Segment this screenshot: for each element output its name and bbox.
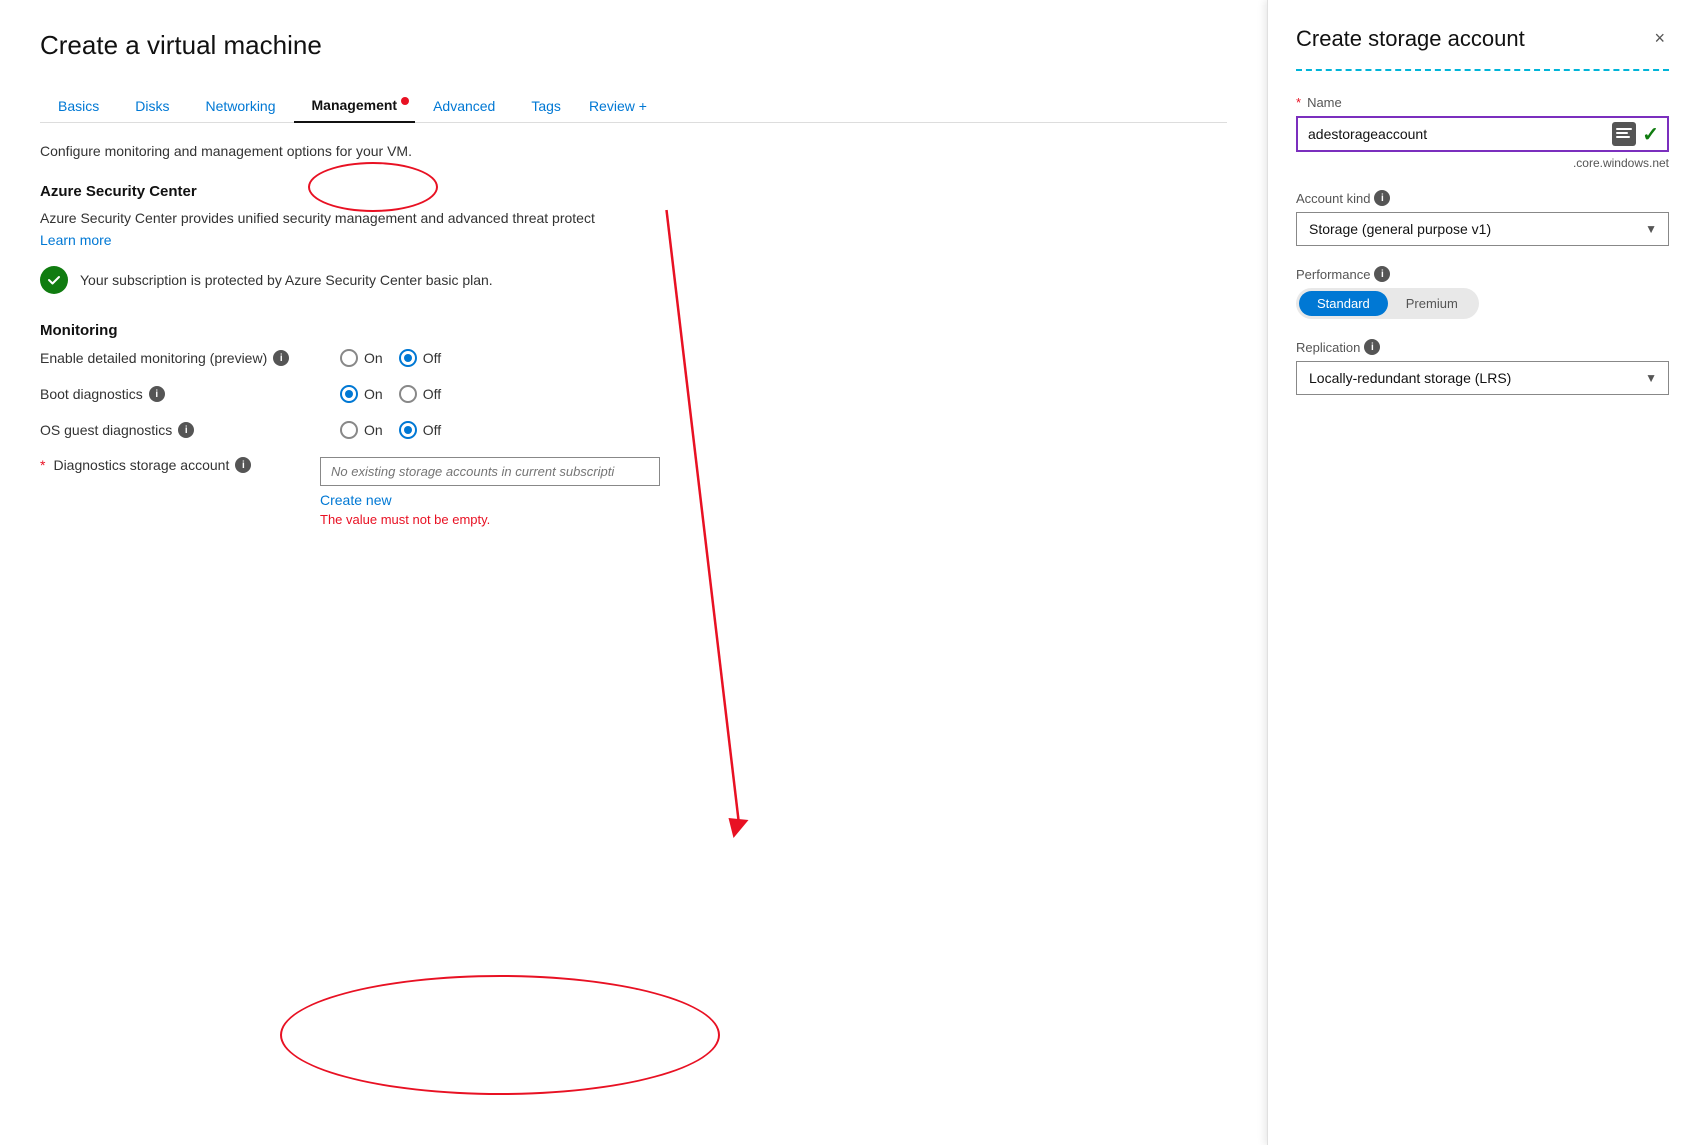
monitoring-heading: Monitoring	[40, 322, 1227, 339]
tab-networking[interactable]: Networking	[187, 90, 293, 122]
os-guest-diagnostics-radio-group: On Off	[340, 421, 441, 439]
account-kind-label: Account kind i	[1296, 190, 1669, 206]
panel-title: Create storage account	[1296, 26, 1525, 52]
learn-more-link[interactable]: Learn more	[40, 232, 112, 248]
name-valid-check-icon: ✓	[1642, 122, 1659, 147]
diagnostics-storage-error: The value must not be empty.	[320, 512, 660, 527]
subscription-text: Your subscription is protected by Azure …	[80, 272, 493, 288]
detailed-monitoring-label: Enable detailed monitoring (preview) i	[40, 350, 320, 366]
tab-tags[interactable]: Tags	[513, 90, 579, 122]
performance-standard-option[interactable]: Standard	[1299, 291, 1388, 316]
storage-name-input[interactable]	[1298, 118, 1604, 150]
detailed-monitoring-off-option[interactable]: Off	[399, 349, 441, 367]
detailed-monitoring-row: Enable detailed monitoring (preview) i O…	[40, 349, 1227, 367]
diagnostics-annotation-circle	[280, 975, 720, 1095]
os-guest-diagnostics-on-option[interactable]: On	[340, 421, 383, 439]
account-kind-select-wrapper: Storage (general purpose v1) ▼	[1296, 212, 1669, 246]
boot-diagnostics-on-radio[interactable]	[340, 385, 358, 403]
domain-hint: .core.windows.net	[1296, 156, 1669, 170]
performance-info-icon[interactable]: i	[1374, 266, 1390, 282]
os-guest-diagnostics-label: OS guest diagnostics i	[40, 422, 320, 438]
boot-diagnostics-off-option[interactable]: Off	[399, 385, 441, 403]
boot-diagnostics-row: Boot diagnostics i On Off	[40, 385, 1227, 403]
performance-premium-option[interactable]: Premium	[1388, 291, 1476, 316]
panel-header: Create storage account ×	[1296, 24, 1669, 53]
os-guest-diagnostics-off-option[interactable]: Off	[399, 421, 441, 439]
name-field-label: * Name	[1296, 95, 1669, 110]
name-input-row: ✓	[1296, 116, 1669, 152]
detailed-monitoring-on-option[interactable]: On	[340, 349, 383, 367]
tab-advanced[interactable]: Advanced	[415, 90, 513, 122]
page-title: Create a virtual machine	[40, 30, 1227, 61]
replication-label: Replication i	[1296, 339, 1669, 355]
close-panel-button[interactable]: ×	[1650, 24, 1669, 53]
annotation-arrow	[0, 0, 1267, 1145]
boot-diagnostics-label: Boot diagnostics i	[40, 386, 320, 402]
account-kind-field: Account kind i Storage (general purpose …	[1296, 190, 1669, 246]
os-guest-diagnostics-row: OS guest diagnostics i On Off	[40, 421, 1227, 439]
diagnostics-storage-label: * Diagnostics storage account i	[40, 457, 320, 473]
os-guest-diagnostics-on-radio[interactable]	[340, 421, 358, 439]
tab-review[interactable]: Review +	[579, 90, 657, 122]
name-input-icons: ✓	[1604, 122, 1667, 147]
boot-diagnostics-radio-group: On Off	[340, 385, 441, 403]
detailed-monitoring-off-radio[interactable]	[399, 349, 417, 367]
subscription-status-row: Your subscription is protected by Azure …	[40, 266, 1227, 294]
detailed-monitoring-info-icon[interactable]: i	[273, 350, 289, 366]
create-new-storage-link[interactable]: Create new	[320, 492, 660, 508]
detailed-monitoring-radio-group: On Off	[340, 349, 441, 367]
tab-management[interactable]: Management	[294, 89, 416, 123]
diagnostics-storage-row: * Diagnostics storage account i Create n…	[40, 457, 1227, 527]
performance-field: Performance i Standard Premium	[1296, 266, 1669, 319]
performance-toggle: Standard Premium	[1296, 288, 1479, 319]
detailed-monitoring-on-radio[interactable]	[340, 349, 358, 367]
boot-diagnostics-info-icon[interactable]: i	[149, 386, 165, 402]
diagnostics-storage-input-area: Create new The value must not be empty.	[320, 457, 660, 527]
replication-select-wrapper: Locally-redundant storage (LRS) ▼	[1296, 361, 1669, 395]
char-count-icon	[1612, 122, 1636, 146]
performance-label: Performance i	[1296, 266, 1669, 282]
panel-divider	[1296, 69, 1669, 71]
boot-diagnostics-off-radio[interactable]	[399, 385, 417, 403]
tab-bar: Basics Disks Networking Management Advan…	[40, 89, 1227, 123]
boot-diagnostics-on-option[interactable]: On	[340, 385, 383, 403]
tab-disks[interactable]: Disks	[117, 90, 187, 122]
tab-basics[interactable]: Basics	[40, 90, 117, 122]
diagnostics-storage-info-icon[interactable]: i	[235, 457, 251, 473]
right-panel: Create storage account × * Name ✓ .cor	[1267, 0, 1697, 1145]
name-field: * Name ✓ .core.windows.net	[1296, 95, 1669, 170]
left-panel: Create a virtual machine Basics Disks Ne…	[0, 0, 1267, 1145]
account-kind-select[interactable]: Storage (general purpose v1)	[1296, 212, 1669, 246]
account-kind-info-icon[interactable]: i	[1374, 190, 1390, 206]
azure-security-description: Azure Security Center provides unified s…	[40, 210, 1227, 226]
check-circle-icon	[40, 266, 68, 294]
replication-info-icon[interactable]: i	[1364, 339, 1380, 355]
os-guest-diagnostics-info-icon[interactable]: i	[178, 422, 194, 438]
tab-description: Configure monitoring and management opti…	[40, 143, 1227, 159]
replication-field: Replication i Locally-redundant storage …	[1296, 339, 1669, 395]
azure-security-heading: Azure Security Center	[40, 183, 1227, 200]
diagnostics-storage-input[interactable]	[320, 457, 660, 486]
os-guest-diagnostics-off-radio[interactable]	[399, 421, 417, 439]
monitoring-section: Monitoring Enable detailed monitoring (p…	[40, 322, 1227, 527]
replication-select[interactable]: Locally-redundant storage (LRS)	[1296, 361, 1669, 395]
